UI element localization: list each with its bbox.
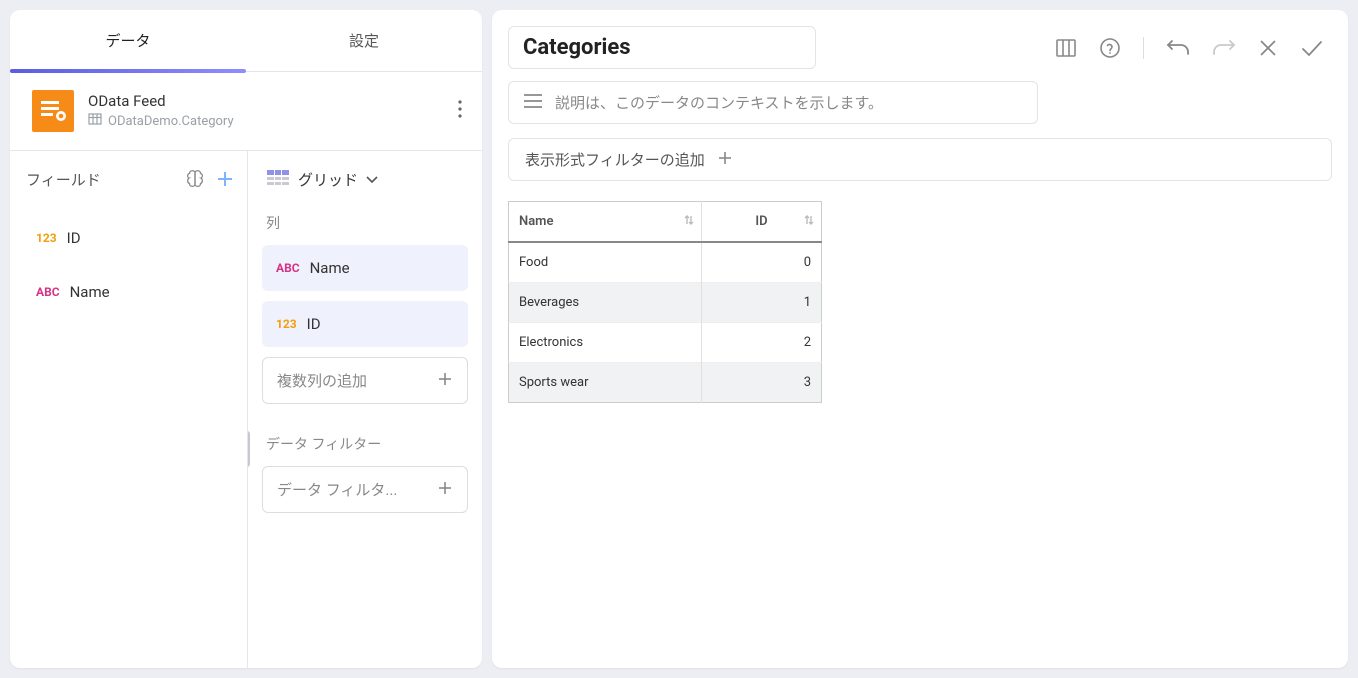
table-row[interactable]: Electronics 2 [509, 323, 822, 363]
field-item-name[interactable]: ABC Name [26, 273, 237, 311]
chevron-down-icon [366, 170, 378, 188]
config-pane: グリッド 列 ABC Name 123 ID 複数列の追加 データ フィルター [248, 151, 482, 668]
columns-icon[interactable] [1055, 37, 1077, 59]
cell-name: Food [509, 242, 702, 283]
datafilters-section-label: データ フィルター [266, 434, 468, 454]
cell-id: 3 [702, 363, 822, 403]
tab-data[interactable]: データ [10, 10, 246, 71]
confirm-icon[interactable] [1300, 38, 1324, 58]
datasource-meta: OData Feed ODataDemo.Category [88, 92, 438, 130]
scrollbar-thumb[interactable] [248, 431, 250, 467]
column-header-label: Name [519, 214, 553, 229]
grid-icon [266, 167, 290, 191]
column-chip-id[interactable]: 123 ID [262, 301, 468, 347]
text-type-icon: ABC [276, 261, 300, 275]
cell-name: Sports wear [509, 363, 702, 403]
column-header-name[interactable]: Name [509, 202, 702, 243]
plus-icon [437, 480, 453, 500]
datasource-icon [32, 90, 74, 132]
cell-name: Electronics [509, 323, 702, 363]
cell-id: 1 [702, 283, 822, 323]
datasource-sub: ODataDemo.Category [88, 112, 438, 130]
table-row[interactable]: Food 0 [509, 242, 822, 283]
column-chip-label: Name [310, 259, 350, 277]
table-icon [88, 112, 102, 130]
description-placeholder: 説明は、このデータのコンテキストを示します。 [555, 92, 883, 113]
brain-icon[interactable] [183, 167, 207, 191]
number-type-icon: 123 [276, 317, 297, 331]
column-header-label: ID [712, 214, 811, 229]
table-row[interactable]: Sports wear 3 [509, 363, 822, 403]
add-columns-button[interactable]: 複数列の追加 [262, 357, 468, 404]
datasource-title: OData Feed [88, 92, 438, 110]
column-header-id[interactable]: ID [702, 202, 822, 243]
datasource-subtitle: ODataDemo.Category [108, 114, 234, 129]
column-chip-name[interactable]: ABC Name [262, 245, 468, 291]
column-chip-label: ID [307, 315, 321, 333]
plus-icon [437, 371, 453, 391]
sort-icon[interactable] [683, 213, 695, 231]
field-item-id[interactable]: 123 ID [26, 219, 237, 257]
field-label: ID [67, 229, 81, 247]
text-type-icon: ABC [36, 285, 60, 299]
title-input[interactable] [508, 26, 816, 69]
cell-id: 2 [702, 323, 822, 363]
cell-name: Beverages [509, 283, 702, 323]
toolbar [1055, 37, 1332, 59]
visualization-selector[interactable]: グリッド [262, 167, 468, 191]
add-datafilter-button[interactable]: データ フィルタ... [262, 466, 468, 513]
plus-icon [717, 150, 733, 170]
redo-icon[interactable] [1212, 37, 1236, 59]
number-type-icon: 123 [36, 231, 57, 245]
tab-settings[interactable]: 設定 [246, 10, 482, 71]
description-input[interactable]: 説明は、このデータのコンテキストを示します。 [508, 81, 1038, 124]
sort-icon[interactable] [803, 213, 815, 231]
left-panel: データ 設定 OData Feed [10, 10, 482, 668]
fields-header: フィールド [26, 167, 237, 191]
separator [1143, 37, 1144, 59]
add-datafilter-label: データ フィルタ... [277, 479, 397, 500]
visualization-label: グリッド [298, 169, 358, 190]
add-columns-label: 複数列の追加 [277, 370, 367, 391]
lower-split: フィールド 123 ID ABC Name [10, 150, 482, 668]
vis-filter-label: 表示形式フィルターの追加 [525, 149, 705, 170]
datasource: OData Feed ODataDemo.Category [10, 72, 482, 150]
add-field-button[interactable] [213, 167, 237, 191]
tabs: データ 設定 [10, 10, 482, 72]
right-header [508, 26, 1332, 69]
table-row[interactable]: Beverages 1 [509, 283, 822, 323]
more-button[interactable] [452, 94, 468, 128]
cell-id: 0 [702, 242, 822, 283]
field-label: Name [70, 283, 110, 301]
fields-pane: フィールド 123 ID ABC Name [10, 151, 248, 668]
undo-icon[interactable] [1166, 37, 1190, 59]
tab-indicator [10, 69, 246, 73]
help-icon[interactable] [1099, 37, 1121, 59]
paragraph-icon [523, 93, 543, 113]
columns-section-label: 列 [266, 213, 468, 233]
fields-title: フィールド [26, 169, 177, 190]
right-panel: 説明は、このデータのコンテキストを示します。 表示形式フィルターの追加 Name… [492, 10, 1348, 668]
add-vis-filter-button[interactable]: 表示形式フィルターの追加 [508, 138, 1332, 181]
data-table: Name ID Food 0 Beverages [508, 201, 822, 403]
close-icon[interactable] [1258, 38, 1278, 58]
